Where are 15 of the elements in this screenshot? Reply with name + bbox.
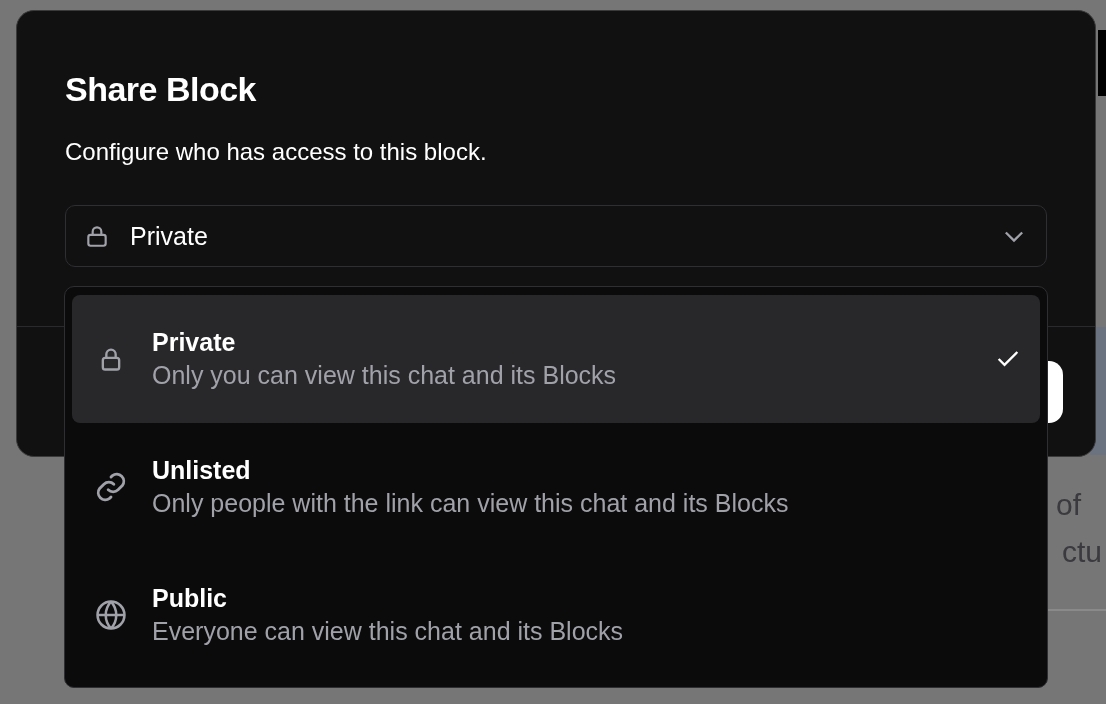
- privacy-select[interactable]: Private: [65, 205, 1047, 267]
- globe-icon: [94, 598, 128, 632]
- dialog-description: Configure who has access to this block.: [65, 137, 488, 167]
- option-description: Only people with the link can view this chat and its Blocks: [152, 489, 790, 518]
- option-description: Only you can view this chat and its Blocks: [152, 361, 618, 390]
- background-text: of: [1056, 488, 1082, 522]
- dropdown-option[interactable]: Private Only you can view this chat and its Blocks: [72, 295, 1040, 423]
- option-description: Everyone can view this chat and its Blocks: [152, 617, 625, 646]
- dropdown-option[interactable]: Public Everyone can view this chat and its Blocks: [72, 551, 1040, 679]
- dropdown-option[interactable]: Unlisted Only people with the link can view this chat and its Blocks: [72, 423, 1040, 551]
- background-bar: [1098, 30, 1106, 96]
- background-text: ctu: [1062, 535, 1103, 569]
- dialog-title: Share Block: [65, 69, 258, 110]
- lock-icon: [84, 223, 110, 249]
- link-icon: [94, 470, 128, 504]
